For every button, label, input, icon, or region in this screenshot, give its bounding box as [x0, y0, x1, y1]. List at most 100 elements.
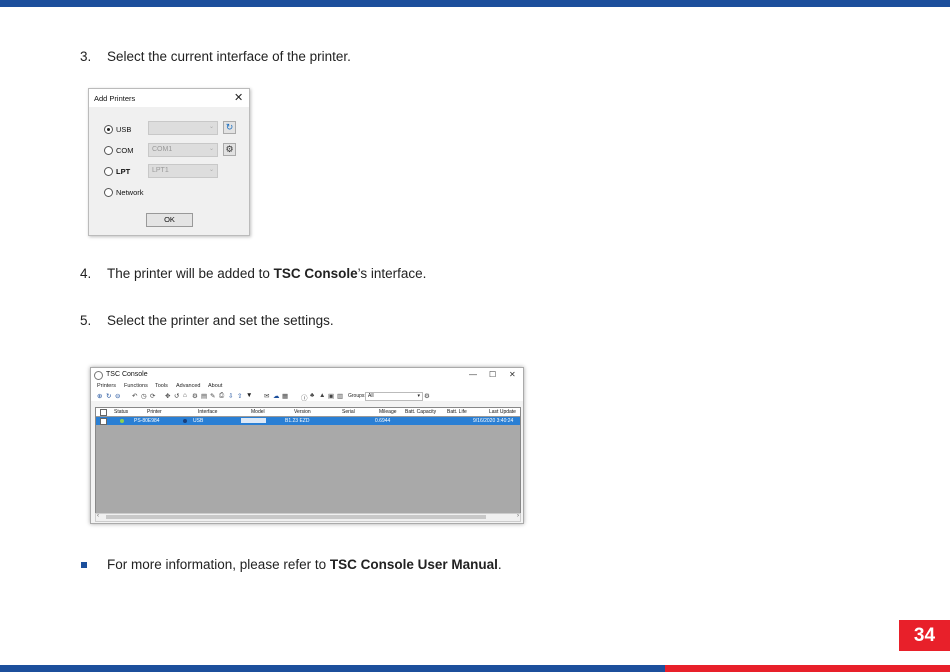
toolbar: ⊕ ↻ ⊖ ↶ ◷ ⟳ ✥ ↺ ⌂ ⚙ ▤ ✎ ⎙ ⇩ ⇧ ▼ ✉ ☁ ▦ ⓘ …: [91, 391, 523, 402]
column-header[interactable]: Model: [251, 409, 265, 415]
chevron-down-icon: ⌄: [208, 124, 214, 130]
lpt-radio[interactable]: [104, 167, 113, 176]
reload-icon[interactable]: ↺: [174, 392, 179, 400]
step-3-number: 3.: [80, 49, 92, 64]
bullet-icon: [81, 562, 87, 568]
menu-advanced[interactable]: Advanced: [176, 383, 200, 389]
column-header[interactable]: Serial: [342, 409, 355, 415]
menu-tools[interactable]: Tools: [155, 383, 168, 389]
note-text-after: .: [497, 557, 502, 572]
lpt-label: LPT: [116, 167, 131, 176]
groups-select[interactable]: All ▾: [365, 392, 423, 401]
table-row[interactable]: PS-80E984 USB B1.23 EZD 0.6944 9/16/2020…: [96, 417, 520, 425]
select-all-checkbox[interactable]: [100, 409, 107, 416]
table-header: Status Printer Interface Model Version S…: [96, 408, 520, 417]
step-5: 5. Select the printer and set the setting…: [80, 313, 334, 328]
step-4-text-after: ’s interface.: [357, 266, 427, 281]
com-port-select[interactable]: COM1 ⌄: [148, 143, 218, 157]
column-header[interactable]: Mileage: [379, 409, 397, 415]
usb-radio[interactable]: [104, 125, 113, 134]
lpt-port-value: LPT1: [152, 167, 169, 174]
column-header[interactable]: Batt. Life: [447, 409, 467, 415]
refresh-icon[interactable]: ↻: [223, 121, 236, 134]
column-header[interactable]: Last Update: [489, 409, 516, 415]
minimize-icon[interactable]: —: [469, 370, 477, 379]
move-icon[interactable]: ✥: [165, 392, 170, 400]
mail-icon[interactable]: ✉: [264, 392, 269, 400]
step-4-number: 4.: [80, 266, 92, 281]
bell-icon[interactable]: ♣: [310, 392, 314, 399]
note-text-bold: TSC Console User Manual: [329, 557, 498, 572]
add-printers-dialog: Add Printers ✕ USB ⌄ ↻ COM COM1 ⌄ ⚙ LPT L…: [88, 88, 250, 236]
column-header[interactable]: Version: [294, 409, 311, 415]
step-4-text-bold: TSC Console: [273, 266, 358, 281]
more-info-note: For more information, please refer to TS…: [107, 557, 502, 572]
step-3: 3. Select the current interface of the pr…: [80, 49, 351, 64]
menu-printers[interactable]: Printers: [97, 383, 116, 389]
scrollbar-thumb[interactable]: [106, 515, 486, 519]
horizontal-scrollbar[interactable]: ‹ ›: [95, 513, 521, 522]
print-icon[interactable]: ⎙: [219, 392, 224, 400]
maximize-icon[interactable]: ☐: [489, 370, 496, 379]
top-brand-bar: [0, 0, 950, 7]
cell-last-update: 9/16/2020 3:40:24: [473, 418, 514, 424]
clock-icon[interactable]: ◷: [141, 392, 147, 400]
file-icon[interactable]: ▤: [201, 392, 207, 400]
step-5-text: Select the printer and set the settings.: [107, 313, 334, 328]
step-5-number: 5.: [80, 313, 92, 328]
com-port-value: COM1: [152, 146, 173, 153]
scroll-left-icon[interactable]: ‹: [97, 513, 99, 519]
lpt-port-select[interactable]: LPT1 ⌄: [148, 164, 218, 178]
usb-label: USB: [116, 125, 132, 134]
com-radio[interactable]: [104, 146, 113, 155]
cell-model: [241, 418, 266, 423]
menu-about[interactable]: About: [208, 383, 222, 389]
home-icon[interactable]: ⌂: [183, 392, 187, 399]
row-checkbox[interactable]: [100, 418, 107, 425]
download-icon[interactable]: ⇩: [228, 392, 233, 400]
table-icon[interactable]: ▥: [337, 392, 343, 400]
settings-icon[interactable]: ⚙: [192, 392, 198, 400]
chart-icon[interactable]: ▦: [282, 392, 288, 400]
undo-icon[interactable]: ↶: [132, 392, 137, 400]
step-3-text: Select the current interface of the prin…: [107, 49, 351, 64]
com-label: COM: [116, 146, 134, 155]
close-icon[interactable]: ✕: [234, 91, 243, 104]
edit-icon[interactable]: ✎: [210, 392, 215, 400]
chevron-down-icon: ⌄: [208, 146, 214, 152]
upload-icon[interactable]: ⇧: [237, 392, 242, 400]
note-text-before: For more information, please refer to: [107, 557, 330, 572]
usb-port-select[interactable]: ⌄: [148, 121, 218, 135]
gear-icon[interactable]: ⚙: [223, 143, 236, 156]
dialog-titlebar: Add Printers ✕: [89, 89, 249, 107]
sync-icon[interactable]: ⟳: [150, 392, 155, 400]
column-header[interactable]: Printer: [147, 409, 162, 415]
info-icon[interactable]: ⓘ: [301, 392, 308, 402]
network-radio[interactable]: [104, 188, 113, 197]
column-header[interactable]: Status: [114, 409, 128, 415]
scroll-right-icon[interactable]: ›: [517, 513, 519, 519]
close-icon[interactable]: ✕: [509, 370, 516, 379]
lock-icon[interactable]: ▲: [319, 392, 325, 399]
printer-table: Status Printer Interface Model Version S…: [95, 407, 521, 515]
chevron-down-icon: ⌄: [208, 167, 214, 173]
add-printer-icon[interactable]: ⊕: [97, 392, 102, 400]
tsc-console-window: TSC Console — ☐ ✕ Printers Functions Too…: [90, 367, 524, 524]
step-4: 4. The printer will be added to TSC Conso…: [80, 266, 426, 281]
remove-printer-icon[interactable]: ⊖: [115, 392, 120, 400]
page-number: 34: [899, 620, 950, 651]
status-indicator-icon: [120, 419, 124, 423]
cloud-icon[interactable]: ☁: [273, 392, 280, 400]
window-titlebar: TSC Console — ☐ ✕: [91, 368, 523, 382]
ok-button[interactable]: OK: [146, 213, 193, 227]
wifi-icon[interactable]: ▼: [246, 392, 252, 399]
column-header[interactable]: Interface: [198, 409, 217, 415]
refresh-icon[interactable]: ↻: [106, 392, 111, 400]
grid-icon[interactable]: ▣: [328, 392, 334, 400]
menu-functions[interactable]: Functions: [124, 383, 148, 389]
bottom-brand-bar-blue: [0, 665, 665, 672]
column-header[interactable]: Batt. Capacity: [405, 409, 436, 415]
groups-select-value: All: [368, 393, 374, 399]
gear-icon[interactable]: ⚙: [424, 392, 430, 400]
dialog-title: Add Printers: [94, 94, 136, 103]
